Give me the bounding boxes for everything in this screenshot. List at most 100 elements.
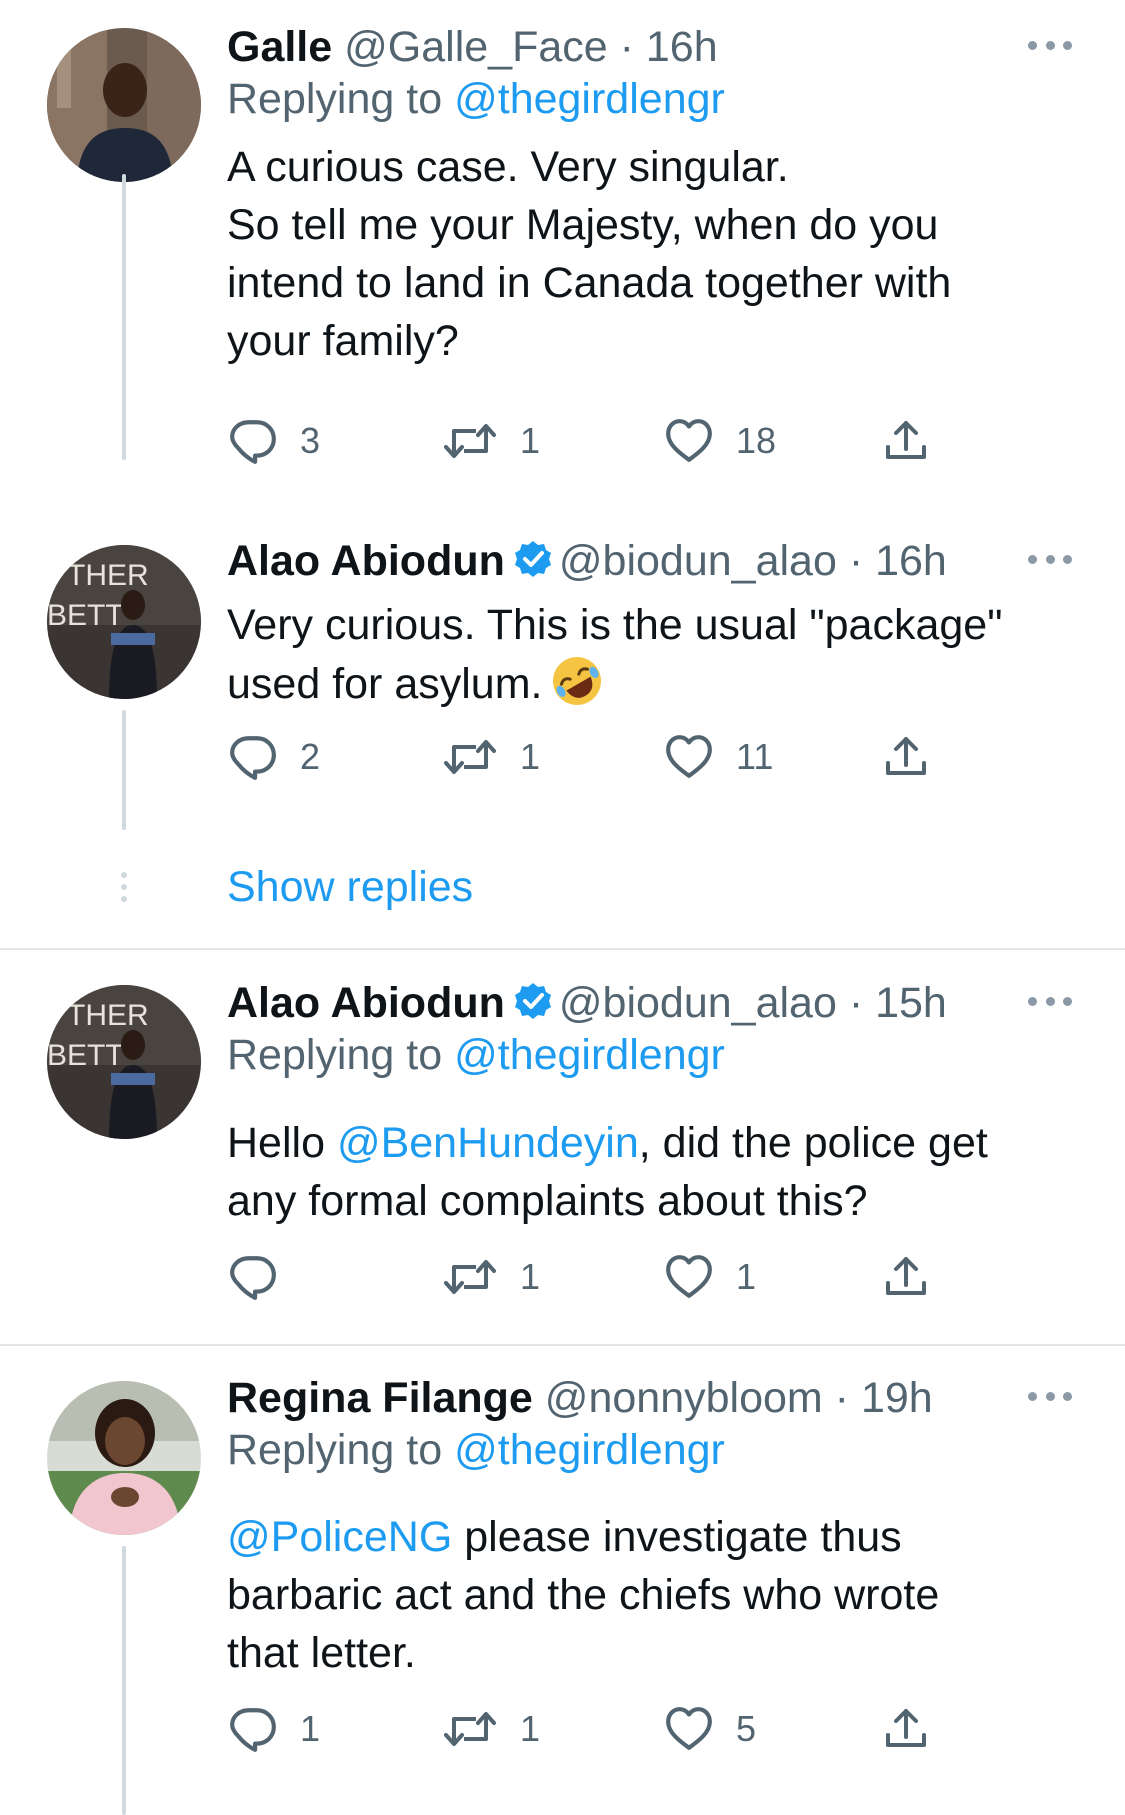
verified-badge-icon xyxy=(513,539,553,579)
retweet-button[interactable]: 1 xyxy=(442,416,540,466)
tweet-header: Regina Filange @nonnybloom · 19h xyxy=(227,1373,933,1423)
text-line: used for asylum. xyxy=(227,660,543,708)
separator-dot: · xyxy=(836,537,876,585)
mention-link[interactable]: @thegirdlengr xyxy=(454,1426,725,1474)
like-button[interactable]: 11 xyxy=(664,732,773,782)
text-line: that letter. xyxy=(227,1629,416,1677)
text-line: @PoliceNG please investigate thus xyxy=(227,1508,1087,1566)
reply-button[interactable]: 2 xyxy=(228,732,320,782)
avatar-sign-text: THER xyxy=(67,999,149,1032)
retweet-count: 1 xyxy=(520,420,541,461)
timestamp[interactable]: 16h xyxy=(875,537,947,585)
avatar[interactable] xyxy=(47,28,201,182)
timestamp[interactable]: 15h xyxy=(875,979,947,1027)
text-rest: please investigate thus xyxy=(452,1513,902,1561)
text-prefix: Hello xyxy=(227,1119,337,1167)
text-rest: , did the police get xyxy=(638,1119,988,1167)
share-button[interactable] xyxy=(882,1704,930,1754)
reply-count: 2 xyxy=(300,736,321,777)
retweet-icon xyxy=(442,1705,498,1753)
display-name[interactable]: Alao Abiodun xyxy=(227,979,505,1027)
more-icon[interactable] xyxy=(1028,1389,1072,1403)
show-replies-link[interactable]: Show replies xyxy=(227,862,473,912)
mention-link[interactable]: @BenHundeyin xyxy=(337,1119,639,1167)
separator-dot: · xyxy=(836,979,876,1027)
heart-icon xyxy=(664,1704,714,1754)
share-icon xyxy=(882,733,930,781)
user-handle[interactable]: @nonnybloom xyxy=(545,1374,823,1422)
display-name[interactable]: Regina Filange xyxy=(227,1374,533,1422)
separator-dot: · xyxy=(607,23,646,71)
tweet-text: Very curious. This is the usual "package… xyxy=(227,596,1087,713)
retweet-icon xyxy=(442,1253,498,1301)
reply-icon xyxy=(228,1252,278,1302)
share-button[interactable] xyxy=(882,732,930,782)
reply-count: 1 xyxy=(300,1708,321,1749)
retweet-count: 1 xyxy=(520,736,541,777)
thread-line xyxy=(122,710,126,830)
heart-icon xyxy=(664,416,714,466)
retweet-icon xyxy=(442,417,498,465)
share-button[interactable] xyxy=(882,416,930,466)
mention-link[interactable]: @thegirdlengr xyxy=(454,1031,725,1079)
heart-icon xyxy=(664,1252,714,1302)
timestamp[interactable]: 16h xyxy=(646,23,718,71)
text-line: intend to land in Canada together with xyxy=(227,259,952,307)
retweet-icon xyxy=(442,733,498,781)
replying-to: Replying to @thegirdlengr xyxy=(227,1425,725,1475)
text-line: So tell me your Majesty, when do you xyxy=(227,201,939,249)
avatar-sign-text: THER xyxy=(67,559,149,592)
replying-to: Replying to @thegirdlengr xyxy=(227,74,725,124)
mention-link[interactable]: @PoliceNG xyxy=(227,1513,452,1561)
like-button[interactable]: 5 xyxy=(664,1704,756,1754)
timestamp[interactable]: 19h xyxy=(861,1374,933,1422)
rolling-on-floor-laughing-icon xyxy=(553,657,602,705)
text-line: your family? xyxy=(227,317,459,365)
retweet-button[interactable]: 1 xyxy=(442,1704,540,1754)
more-icon[interactable] xyxy=(1028,552,1072,566)
like-button[interactable]: 1 xyxy=(664,1252,756,1302)
retweet-count: 1 xyxy=(520,1708,541,1749)
user-handle[interactable]: @biodun_alao xyxy=(559,979,837,1027)
mention-link[interactable]: @thegirdlengr xyxy=(454,75,725,123)
like-count: 18 xyxy=(736,420,777,461)
replying-prefix: Replying to xyxy=(227,1031,443,1079)
user-handle[interactable]: @biodun_alao xyxy=(559,537,837,585)
divider xyxy=(0,948,1125,950)
display-name[interactable]: Galle xyxy=(227,23,332,71)
retweet-count: 1 xyxy=(520,1256,541,1297)
divider xyxy=(0,1344,1125,1346)
replying-prefix: Replying to xyxy=(227,1426,443,1474)
retweet-button[interactable]: 1 xyxy=(442,1252,540,1302)
tweet-header: Alao Abiodun @biodun_alao · 16h xyxy=(227,536,947,586)
heart-icon xyxy=(664,732,714,782)
tweet-text: @PoliceNG please investigate thus barbar… xyxy=(227,1508,1087,1682)
user-handle[interactable]: @Galle_Face xyxy=(344,23,608,71)
text-line: any formal complaints about this? xyxy=(227,1177,868,1225)
avatar[interactable]: THER BETT xyxy=(47,985,201,1139)
more-icon[interactable] xyxy=(1028,994,1072,1008)
reply-icon xyxy=(228,416,278,466)
avatar[interactable] xyxy=(47,1381,201,1535)
like-count: 1 xyxy=(736,1256,757,1297)
avatar-sign-text: BETT xyxy=(47,599,124,632)
retweet-button[interactable]: 1 xyxy=(442,732,540,782)
like-button[interactable]: 18 xyxy=(664,416,776,466)
like-count: 11 xyxy=(736,736,774,777)
reply-button[interactable]: 1 xyxy=(228,1704,320,1754)
text-line: Very curious. This is the usual "package… xyxy=(227,601,1003,649)
display-name[interactable]: Alao Abiodun xyxy=(227,537,505,585)
reply-button[interactable]: 3 xyxy=(228,416,320,466)
reply-button[interactable] xyxy=(228,1252,300,1302)
reply-icon xyxy=(228,732,278,782)
like-count: 5 xyxy=(736,1708,757,1749)
thread-dots xyxy=(119,872,129,908)
more-icon[interactable] xyxy=(1028,38,1072,52)
text-line: barbaric act and the chiefs who wrote xyxy=(227,1571,940,1619)
avatar[interactable]: THER BETT xyxy=(47,545,201,699)
share-button[interactable] xyxy=(882,1252,930,1302)
thread-line xyxy=(122,1546,126,1815)
tweet-text: Hello @BenHundeyin, did the police get a… xyxy=(227,1114,1087,1230)
share-icon xyxy=(882,1253,930,1301)
separator-dot: · xyxy=(822,1374,861,1422)
